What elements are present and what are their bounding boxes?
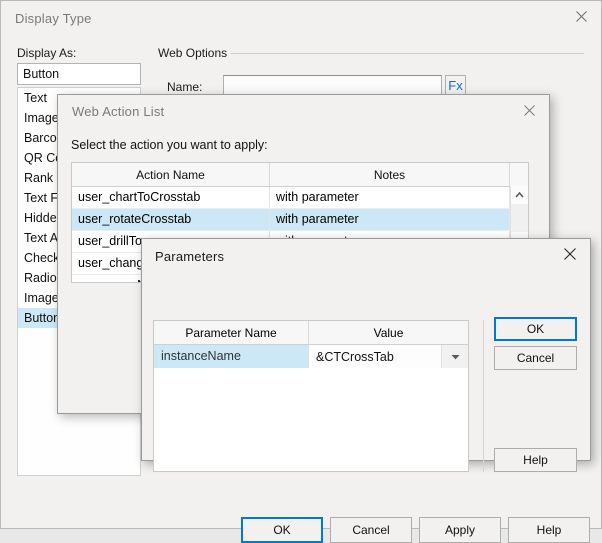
display-type-title: Display Type (1, 1, 601, 26)
parameters-dialog: Parameters Parameter Name Value instance… (141, 238, 591, 461)
cancel-button[interactable]: Cancel (330, 517, 412, 543)
chevron-down-icon[interactable] (441, 345, 468, 368)
name-input[interactable] (223, 75, 442, 96)
chevron-up-icon-glyph (515, 192, 524, 198)
table-row-selected[interactable]: instanceName &CTCrossTab (154, 345, 468, 368)
fx-button[interactable]: Fx (445, 75, 466, 96)
web-action-list-title: Web Action List (58, 95, 549, 119)
apply-button[interactable]: Apply (419, 517, 501, 543)
chevron-up-icon[interactable] (511, 186, 528, 204)
cell-notes: with parameter (270, 187, 510, 208)
table-row-selected[interactable]: user_rotateCrosstab with parameter (72, 209, 528, 231)
ok-button[interactable]: OK (241, 517, 323, 543)
cell-value-combobox[interactable]: &CTCrossTab (309, 345, 468, 368)
instruction-text: Select the action you want to apply: (71, 138, 268, 152)
cell-action-name: user_chartToCrosstab (72, 187, 270, 208)
group-divider (231, 53, 584, 54)
table-header: Parameter Name Value (154, 321, 468, 345)
close-icon[interactable] (550, 239, 590, 269)
column-header-notes: Notes (270, 163, 510, 186)
column-header-spacer (510, 163, 528, 186)
close-icon-glyph (524, 105, 535, 116)
help-button[interactable]: Help (508, 517, 590, 543)
parameters-body: Parameter Name Value instanceName &CTCro… (142, 271, 590, 460)
close-icon-glyph (576, 11, 587, 22)
panel-divider (483, 320, 484, 472)
table-row[interactable]: user_chartToCrosstab with parameter (72, 187, 528, 209)
cell-value-text: &CTCrossTab (309, 350, 441, 364)
parameters-table[interactable]: Parameter Name Value instanceName &CTCro… (153, 320, 469, 472)
table-header: Action Name Notes (72, 163, 528, 187)
chevron-down-icon-glyph (451, 354, 460, 360)
scrollbar-thumb[interactable] (511, 204, 528, 232)
display-as-input[interactable]: Button (17, 63, 141, 85)
close-icon-glyph (564, 248, 576, 260)
cancel-button[interactable]: Cancel (494, 346, 577, 370)
cell-notes: with parameter (270, 209, 510, 230)
column-header-value: Value (309, 321, 468, 344)
name-label: Name: (167, 80, 202, 94)
web-options-group-label: Web Options (158, 46, 227, 60)
close-icon[interactable] (509, 95, 549, 125)
cell-action-name: user_rotateCrosstab (72, 209, 270, 230)
column-header-action-name: Action Name (72, 163, 270, 186)
ok-button[interactable]: OK (494, 317, 577, 341)
close-icon[interactable] (561, 1, 601, 31)
help-button[interactable]: Help (494, 448, 577, 472)
cell-parameter-name: instanceName (154, 345, 309, 368)
display-as-label: Display As: (17, 46, 76, 60)
column-header-parameter-name: Parameter Name (154, 321, 309, 344)
parameters-title: Parameters (142, 239, 590, 264)
